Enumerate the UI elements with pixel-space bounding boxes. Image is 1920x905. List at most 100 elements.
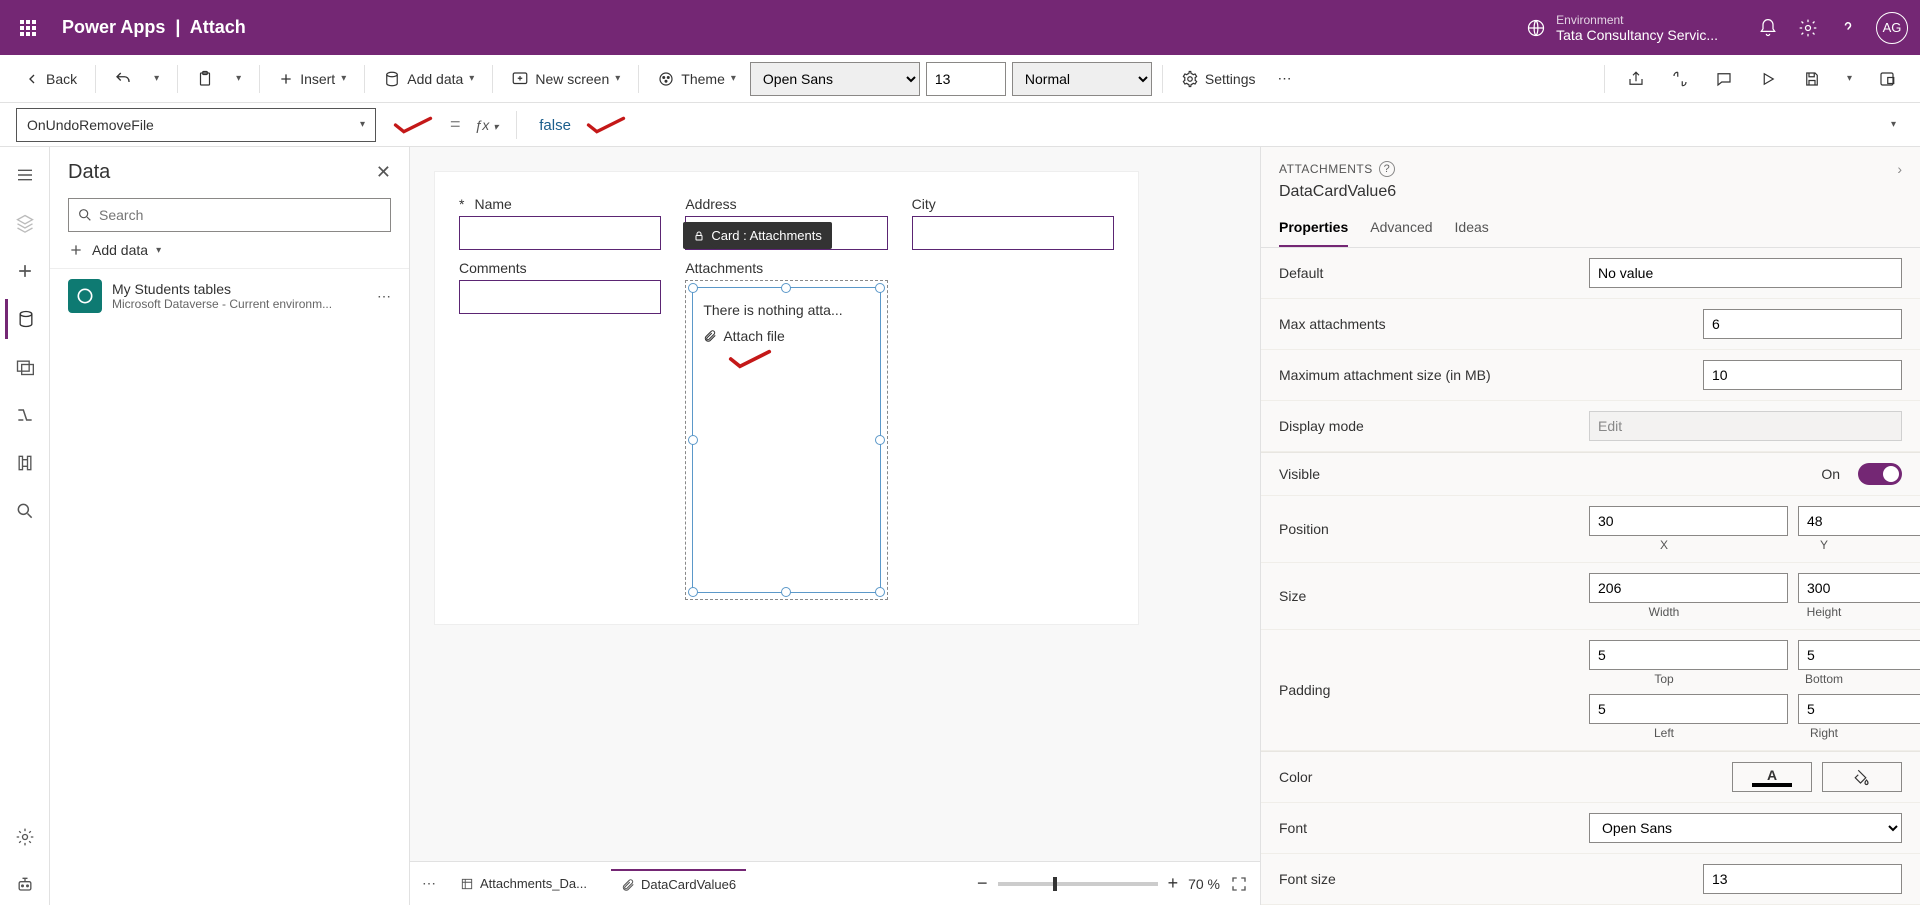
font-color-picker[interactable]: A <box>1732 762 1812 792</box>
resize-handle[interactable] <box>781 587 791 597</box>
save-menu[interactable]: ▾ <box>1839 69 1860 88</box>
form-card[interactable]: *Name Address Card : Attachments City <box>434 171 1139 625</box>
prop-maxsize-input[interactable] <box>1703 360 1902 390</box>
rail-bot-icon[interactable] <box>5 865 45 905</box>
paste-button[interactable] <box>188 66 222 92</box>
waffle-icon[interactable] <box>12 12 44 44</box>
rail-settings-icon[interactable] <box>5 817 45 857</box>
width-input[interactable] <box>1589 573 1788 603</box>
font-select[interactable]: Open Sans <box>1589 813 1902 843</box>
undo-button[interactable] <box>106 66 140 92</box>
paperclip-icon <box>621 878 635 892</box>
footer-more[interactable]: ⋯ <box>422 875 436 892</box>
breadcrumb-datacard[interactable]: DataCardValue6 <box>611 869 746 898</box>
rail-search-icon[interactable] <box>5 491 45 531</box>
data-source-item[interactable]: My Students tables Microsoft Dataverse -… <box>50 269 409 323</box>
resize-handle[interactable] <box>688 283 698 293</box>
settings-icon[interactable] <box>1788 8 1828 48</box>
name-input[interactable] <box>459 216 661 250</box>
attach-file-link[interactable]: Attach file <box>703 328 869 344</box>
breadcrumb-attachments[interactable]: Attachments_Da... <box>450 870 597 897</box>
help-icon[interactable]: ? <box>1379 161 1395 177</box>
resize-handle[interactable] <box>875 587 885 597</box>
pad-top-input[interactable] <box>1589 640 1788 670</box>
help-icon[interactable] <box>1828 8 1868 48</box>
formula-bar: OnUndoRemoveFile ▾ = ƒx ▾ false ▾ <box>0 103 1920 147</box>
new-screen-button[interactable]: New screen ▾ <box>503 66 628 92</box>
rail-flows-icon[interactable] <box>5 395 45 435</box>
play-button[interactable] <box>1751 66 1785 92</box>
add-data-button[interactable]: Add data ▾ <box>50 232 409 269</box>
toolbar: Back ▾ ▾ Insert ▾ Add data ▾ New screen … <box>0 55 1920 103</box>
height-input[interactable] <box>1798 573 1920 603</box>
rail-media-icon[interactable] <box>5 347 45 387</box>
pos-y-input[interactable] <box>1798 506 1920 536</box>
attachments-control[interactable]: There is nothing atta... Attach file <box>692 287 880 593</box>
prop-displaymode-input[interactable] <box>1589 411 1902 441</box>
formula-expand[interactable]: ▾ <box>1883 115 1904 134</box>
zoom-in[interactable]: + <box>1168 873 1179 894</box>
resize-handle[interactable] <box>781 283 791 293</box>
theme-button[interactable]: Theme ▾ <box>649 66 744 92</box>
card-tooltip: Card : Attachments <box>683 222 832 249</box>
search-input[interactable] <box>68 198 391 232</box>
formula-input[interactable]: false <box>535 112 1769 138</box>
rail-tree-icon[interactable] <box>5 155 45 195</box>
fx-icon[interactable]: ƒx ▾ <box>475 117 499 133</box>
tab-ideas[interactable]: Ideas <box>1455 209 1489 247</box>
notifications-icon[interactable] <box>1748 8 1788 48</box>
font-family-select[interactable]: Open Sans <box>750 62 920 96</box>
attachments-card[interactable]: Attachments There is nothing atta... <box>685 260 887 600</box>
fit-screen-icon[interactable] <box>1230 875 1248 893</box>
checkmark-annotation-icon <box>727 348 773 370</box>
comments-button[interactable] <box>1707 66 1741 92</box>
resize-handle[interactable] <box>688 587 698 597</box>
comments-input[interactable] <box>459 280 661 314</box>
city-input[interactable] <box>912 216 1114 250</box>
more-icon[interactable]: ⋯ <box>377 288 391 305</box>
visible-toggle[interactable] <box>1858 463 1902 485</box>
paste-menu[interactable]: ▾ <box>228 69 249 88</box>
property-selector[interactable]: OnUndoRemoveFile ▾ <box>16 108 376 142</box>
share-button[interactable] <box>1619 66 1653 92</box>
checkmark-annotation-icon <box>583 115 629 135</box>
settings-button[interactable]: Settings <box>1173 66 1264 92</box>
chevron-right-icon[interactable]: › <box>1897 161 1902 177</box>
tab-advanced[interactable]: Advanced <box>1370 209 1432 247</box>
avatar[interactable]: AG <box>1876 12 1908 44</box>
prop-maxsize-label: Maximum attachment size (in MB) <box>1279 367 1579 383</box>
publish-button[interactable] <box>1870 66 1904 92</box>
zoom-out[interactable]: − <box>977 873 988 894</box>
prop-maxattach-label: Max attachments <box>1279 316 1579 332</box>
undo-menu[interactable]: ▾ <box>146 69 167 88</box>
checker-button[interactable] <box>1663 66 1697 92</box>
rail-variables-icon[interactable] <box>5 443 45 483</box>
pad-bottom-input[interactable] <box>1798 640 1920 670</box>
pad-right-input[interactable] <box>1798 694 1920 724</box>
data-source-subtitle: Microsoft Dataverse - Current environm..… <box>112 297 367 311</box>
more-button[interactable]: ⋯ <box>1269 66 1299 91</box>
pad-left-input[interactable] <box>1589 694 1788 724</box>
add-data-button[interactable]: Add data ▾ <box>375 66 482 92</box>
rail-layers-icon[interactable] <box>5 203 45 243</box>
resize-handle[interactable] <box>875 283 885 293</box>
close-icon[interactable]: ✕ <box>376 162 391 183</box>
environment-picker[interactable]: Environment Tata Consultancy Servic... <box>1556 13 1718 43</box>
tab-properties[interactable]: Properties <box>1279 209 1348 247</box>
environment-icon[interactable] <box>1516 8 1556 48</box>
fill-color-picker[interactable] <box>1822 762 1902 792</box>
zoom-slider[interactable] <box>998 882 1158 886</box>
insert-button[interactable]: Insert ▾ <box>270 67 354 91</box>
rail-insert-icon[interactable] <box>5 251 45 291</box>
font-weight-select[interactable]: Normal <box>1012 62 1152 96</box>
resize-handle[interactable] <box>875 435 885 445</box>
resize-handle[interactable] <box>688 435 698 445</box>
fontsize-input[interactable] <box>1703 864 1902 894</box>
pos-x-input[interactable] <box>1589 506 1788 536</box>
save-button[interactable] <box>1795 66 1829 92</box>
font-size-input[interactable] <box>926 62 1006 96</box>
back-button[interactable]: Back <box>16 67 85 91</box>
rail-data-icon[interactable] <box>5 299 45 339</box>
prop-maxattach-input[interactable] <box>1703 309 1902 339</box>
prop-default-input[interactable] <box>1589 258 1902 288</box>
